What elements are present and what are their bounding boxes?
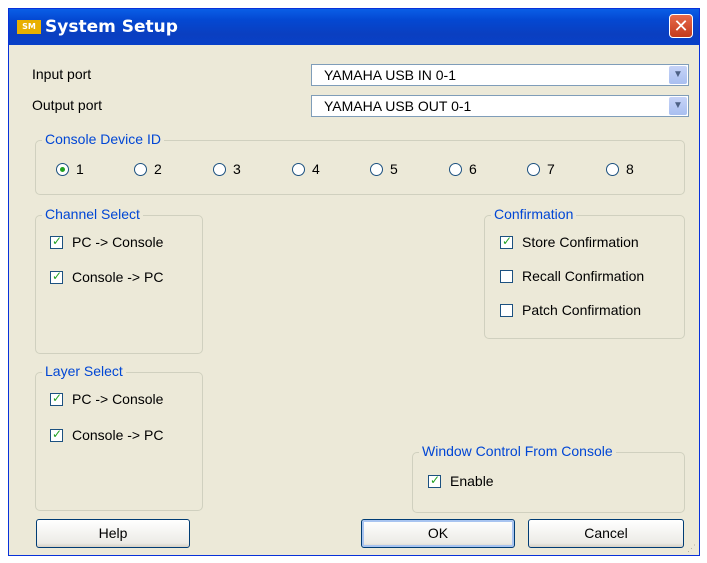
radio-indicator[interactable] <box>370 163 383 176</box>
checkmark-icon: ✓ <box>502 234 513 248</box>
system-setup-dialog: SM System Setup ✕ Input port YAMAHA USB … <box>8 8 700 556</box>
radio-label: 5 <box>390 161 398 177</box>
confirmation-group: Confirmation ✓ Store Confirmation Recall … <box>484 206 685 339</box>
checkbox-label: PC -> Console <box>72 234 164 250</box>
window-control-title: Window Control From Console <box>419 443 616 459</box>
input-port-value: YAMAHA USB IN 0-1 <box>324 67 457 83</box>
layer-select-group: Layer Select ✓ PC -> Console ✓ Console -> … <box>35 363 203 511</box>
checkmark-icon: ✓ <box>52 269 63 283</box>
output-port-select[interactable]: YAMAHA USB OUT 0-1 ▼ <box>311 95 689 117</box>
checkbox-label: Store Confirmation <box>522 234 639 250</box>
checkbox-box[interactable] <box>500 270 513 283</box>
window-title: System Setup <box>45 17 178 37</box>
checkmark-icon: ✓ <box>52 391 63 405</box>
radio-indicator[interactable] <box>56 163 69 176</box>
checkbox-box[interactable] <box>500 304 513 317</box>
radio-label: 2 <box>154 161 162 177</box>
checkbox-box[interactable]: ✓ <box>50 427 63 442</box>
radio-label: 6 <box>469 161 477 177</box>
checkbox-label: Recall Confirmation <box>522 268 645 284</box>
layer-select-title: Layer Select <box>42 363 126 379</box>
checkbox-box[interactable]: ✓ <box>50 391 63 406</box>
checkbox-box[interactable]: ✓ <box>500 234 513 249</box>
input-port-label: Input port <box>32 66 92 82</box>
app-icon: SM <box>17 20 41 34</box>
checkbox-label: Console -> PC <box>72 269 164 285</box>
channel-select-group: Channel Select ✓ PC -> Console ✓ Console -… <box>35 206 203 354</box>
checkmark-icon: ✓ <box>52 427 63 441</box>
checkbox-box[interactable]: ✓ <box>50 234 63 249</box>
checkmark-icon: ✓ <box>52 234 63 248</box>
checkbox-box[interactable]: ✓ <box>428 473 441 488</box>
radio-label: 1 <box>76 161 84 177</box>
resize-grip-icon[interactable]: ⋰ <box>687 543 697 553</box>
checkbox-label: PC -> Console <box>72 391 164 407</box>
radio-indicator[interactable] <box>134 163 147 176</box>
title-bar[interactable]: SM System Setup ✕ <box>9 9 699 45</box>
radio-indicator[interactable] <box>449 163 462 176</box>
help-button[interactable]: Help <box>36 519 190 548</box>
ok-button[interactable]: OK <box>361 519 515 548</box>
output-port-label: Output port <box>32 97 103 113</box>
chevron-down-icon[interactable]: ▼ <box>669 97 687 115</box>
channel-select-title: Channel Select <box>42 206 143 222</box>
radio-label: 7 <box>547 161 555 177</box>
checkbox-label: Console -> PC <box>72 427 164 443</box>
radio-indicator[interactable] <box>213 163 226 176</box>
chevron-down-icon[interactable]: ▼ <box>669 66 687 84</box>
radio-label: 3 <box>233 161 241 177</box>
radio-indicator[interactable] <box>292 163 305 176</box>
console-device-id-title: Console Device ID <box>42 131 164 147</box>
checkbox-box[interactable]: ✓ <box>50 269 63 284</box>
window-control-group: Window Control From Console ✓ Enable <box>412 443 685 513</box>
confirmation-title: Confirmation <box>491 206 577 222</box>
checkmark-icon: ✓ <box>430 473 441 487</box>
close-button[interactable]: ✕ <box>669 14 693 38</box>
checkbox-label: Patch Confirmation <box>522 302 642 318</box>
radio-label: 8 <box>626 161 634 177</box>
console-device-id-group: Console Device ID 1 2 3 4 5 6 7 8 <box>35 131 685 195</box>
output-port-value: YAMAHA USB OUT 0-1 <box>324 98 472 114</box>
radio-indicator[interactable] <box>606 163 619 176</box>
checkbox-label: Enable <box>450 473 494 489</box>
input-port-select[interactable]: YAMAHA USB IN 0-1 ▼ <box>311 64 689 86</box>
radio-label: 4 <box>312 161 320 177</box>
radio-indicator[interactable] <box>527 163 540 176</box>
cancel-button[interactable]: Cancel <box>528 519 684 548</box>
